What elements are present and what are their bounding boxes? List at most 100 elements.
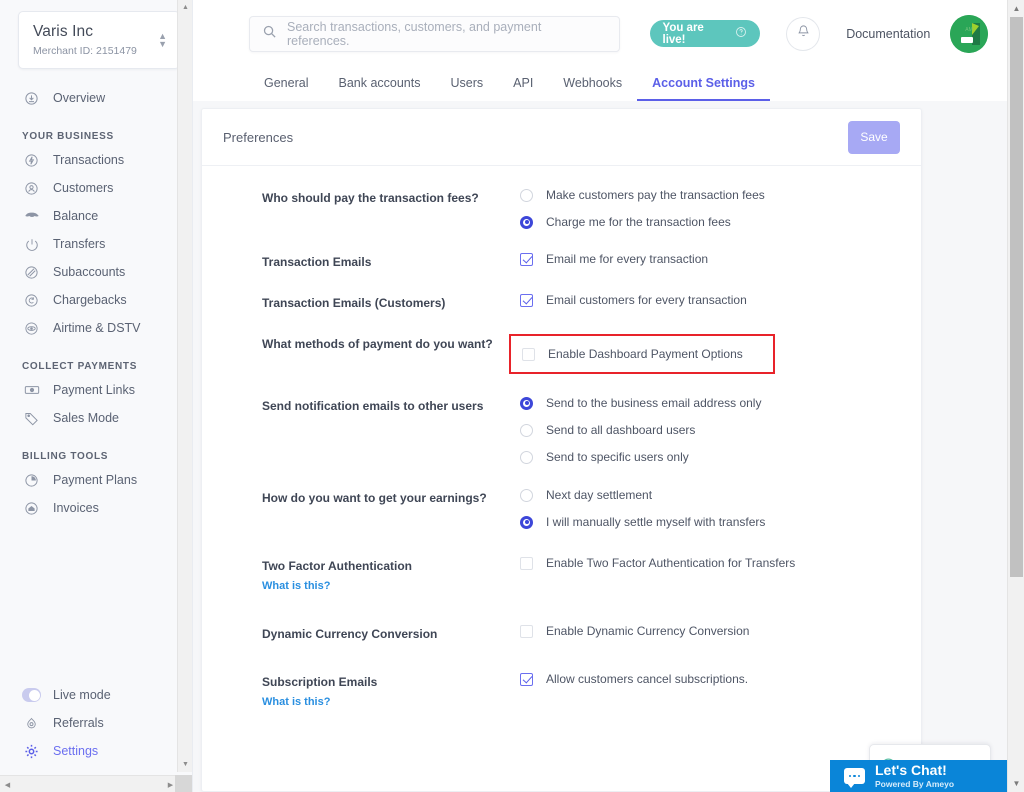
sidebar-item-label: Balance bbox=[53, 209, 99, 223]
row-label: What methods of payment do you want? bbox=[262, 337, 493, 351]
preference-row-notification-emails: Send notification emails to other users … bbox=[202, 396, 921, 464]
help-circle-icon[interactable] bbox=[735, 26, 747, 41]
row-label: Transaction Emails bbox=[262, 255, 372, 269]
sidebar-item-sales-mode[interactable]: Sales Mode bbox=[0, 405, 192, 431]
sidebar-item-chargebacks[interactable]: Chargebacks bbox=[0, 287, 192, 313]
option-label: Enable Two Factor Authentication for Tra… bbox=[546, 556, 796, 570]
lets-chat-bar[interactable]: Let's Chat! Powered By Ameyo bbox=[830, 760, 1010, 792]
tab-general[interactable]: General bbox=[249, 76, 323, 101]
radio-checked-icon[interactable] bbox=[520, 515, 533, 529]
row-options: Next day settlement I will manually sett… bbox=[520, 488, 921, 529]
sidebar-item-label: Transfers bbox=[53, 237, 106, 251]
sidebar-item-subaccounts[interactable]: Subaccounts bbox=[0, 259, 192, 285]
sidebar-group-your-business: YOUR BUSINESS bbox=[22, 131, 114, 142]
sidebar-item-overview[interactable]: Overview bbox=[0, 85, 192, 111]
sidebar-item-balance[interactable]: Balance bbox=[0, 203, 192, 229]
option-enable-dynamic-currency-conversion[interactable]: Enable Dynamic Currency Conversion bbox=[520, 624, 921, 638]
tab-bank-accounts[interactable]: Bank accounts bbox=[323, 76, 435, 101]
sidebar-item-label: Airtime & DSTV bbox=[53, 321, 141, 335]
highlight-annotation-box: Enable Dashboard Payment Options bbox=[509, 334, 775, 374]
sidebar-item-payment-plans[interactable]: Payment Plans bbox=[0, 467, 192, 493]
search-input[interactable]: Search transactions, customers, and paym… bbox=[249, 15, 620, 52]
sidebar-item-transfers[interactable]: Transfers bbox=[0, 231, 192, 257]
invoices-icon bbox=[22, 499, 41, 518]
what-is-this-link[interactable]: What is this? bbox=[262, 577, 500, 595]
checkbox-checked-icon[interactable] bbox=[520, 672, 533, 686]
chevron-updown-icon[interactable]: ▲ ▼ bbox=[158, 32, 167, 49]
checkbox-unchecked-icon[interactable] bbox=[520, 624, 533, 638]
row-options: Make customers pay the transaction fees … bbox=[520, 188, 921, 229]
sidebar-vertical-scrollbar[interactable]: ▲ ▼ bbox=[177, 0, 192, 772]
scroll-up-arrow-icon[interactable]: ▲ bbox=[178, 0, 192, 15]
sidebar-item-transactions[interactable]: Transactions bbox=[0, 147, 192, 173]
option-make-customers-pay[interactable]: Make customers pay the transaction fees bbox=[520, 188, 921, 202]
window-vertical-scrollbar[interactable]: ▲ ▼ bbox=[1007, 0, 1024, 792]
what-is-this-link[interactable]: What is this? bbox=[262, 693, 500, 711]
tab-webhooks[interactable]: Webhooks bbox=[548, 76, 637, 101]
documentation-link[interactable]: Documentation bbox=[846, 27, 930, 41]
live-badge-label: You are live! bbox=[662, 21, 704, 46]
scroll-left-arrow-icon[interactable]: ◀ bbox=[0, 776, 15, 792]
option-label: Make customers pay the transaction fees bbox=[546, 188, 765, 202]
search-placeholder: Search transactions, customers, and paym… bbox=[287, 19, 542, 48]
radio-unchecked-icon[interactable] bbox=[520, 188, 533, 202]
radio-unchecked-icon[interactable] bbox=[520, 450, 533, 464]
option-email-me-every-transaction[interactable]: Email me for every transaction bbox=[520, 252, 921, 266]
checkbox-unchecked-icon[interactable] bbox=[522, 347, 535, 361]
row-options: Allow customers cancel subscriptions. bbox=[520, 672, 921, 686]
checkbox-checked-icon[interactable] bbox=[520, 293, 533, 307]
option-send-business-email-only[interactable]: Send to the business email address only bbox=[520, 396, 921, 410]
sidebar-item-invoices[interactable]: Invoices bbox=[0, 495, 192, 521]
sidebar-item-label: Payment Links bbox=[53, 383, 135, 397]
transactions-icon bbox=[22, 151, 41, 170]
save-button[interactable]: Save bbox=[848, 120, 900, 154]
preference-row-transaction-emails-customers: Transaction Emails (Customers) Email cus… bbox=[202, 293, 921, 312]
payment-links-icon bbox=[22, 381, 41, 400]
avatar[interactable]: AM bbox=[950, 14, 988, 53]
tab-account-settings[interactable]: Account Settings bbox=[637, 76, 770, 101]
radio-checked-icon[interactable] bbox=[520, 215, 533, 229]
scroll-down-arrow-icon[interactable]: ▼ bbox=[178, 757, 192, 772]
scrollbar-thumb[interactable] bbox=[1010, 17, 1023, 577]
scroll-up-arrow-icon[interactable]: ▲ bbox=[1008, 0, 1024, 17]
top-bar: Search transactions, customers, and paym… bbox=[193, 0, 1024, 67]
option-send-all-dashboard-users[interactable]: Send to all dashboard users bbox=[520, 423, 921, 437]
tab-users[interactable]: Users bbox=[435, 76, 498, 101]
radio-unchecked-icon[interactable] bbox=[520, 488, 533, 502]
tab-api[interactable]: API bbox=[498, 76, 548, 101]
sidebar-horizontal-scrollbar[interactable]: ◀ ▶ bbox=[0, 775, 192, 792]
svg-text:AM: AM bbox=[966, 27, 974, 33]
option-manual-settle-transfers[interactable]: I will manually settle myself with trans… bbox=[520, 515, 921, 529]
option-allow-cancel-subscriptions[interactable]: Allow customers cancel subscriptions. bbox=[520, 672, 921, 686]
radio-unchecked-icon[interactable] bbox=[520, 423, 533, 437]
scroll-down-arrow-icon[interactable]: ▼ bbox=[1008, 775, 1024, 792]
row-options: Email customers for every transaction bbox=[520, 293, 921, 307]
notifications-button[interactable] bbox=[786, 16, 821, 51]
row-options: Send to the business email address only … bbox=[520, 396, 921, 464]
sidebar-item-live-mode[interactable]: Live mode bbox=[0, 682, 192, 708]
checkbox-checked-icon[interactable] bbox=[520, 252, 533, 266]
radio-checked-icon[interactable] bbox=[520, 396, 533, 410]
sidebar-item-payment-links[interactable]: Payment Links bbox=[0, 377, 192, 403]
row-label: Two Factor Authentication What is this? bbox=[262, 556, 520, 595]
page-background: Preferences Save Who should pay the tran… bbox=[193, 101, 1024, 792]
checkbox-unchecked-icon[interactable] bbox=[520, 556, 533, 570]
option-label: I will manually settle myself with trans… bbox=[546, 515, 766, 529]
option-enable-two-factor-transfers[interactable]: Enable Two Factor Authentication for Tra… bbox=[520, 556, 921, 570]
sidebar-item-label: Invoices bbox=[53, 501, 99, 515]
merchant-switcher[interactable]: Varis Inc Merchant ID: 2151479 ▲ ▼ bbox=[18, 11, 180, 69]
option-send-specific-users-only[interactable]: Send to specific users only bbox=[520, 450, 921, 464]
row-options: Email me for every transaction bbox=[520, 252, 921, 266]
row-label: Send notification emails to other users bbox=[262, 399, 484, 413]
sidebar-item-settings[interactable]: Settings bbox=[0, 738, 192, 764]
option-email-customers-every-transaction[interactable]: Email customers for every transaction bbox=[520, 293, 921, 307]
option-enable-dashboard-payment-options[interactable]: Enable Dashboard Payment Options bbox=[522, 347, 773, 361]
sidebar-item-customers[interactable]: Customers bbox=[0, 175, 192, 201]
sidebar-item-referrals[interactable]: Referrals bbox=[0, 710, 192, 736]
toggle-switch-icon[interactable] bbox=[22, 686, 41, 705]
option-next-day-settlement[interactable]: Next day settlement bbox=[520, 488, 921, 502]
option-charge-me[interactable]: Charge me for the transaction fees bbox=[520, 215, 921, 229]
live-status-badge[interactable]: You are live! bbox=[649, 20, 761, 47]
row-options: Enable Two Factor Authentication for Tra… bbox=[520, 556, 921, 570]
sidebar-item-airtime-dstv[interactable]: Airtime & DSTV bbox=[0, 315, 192, 341]
